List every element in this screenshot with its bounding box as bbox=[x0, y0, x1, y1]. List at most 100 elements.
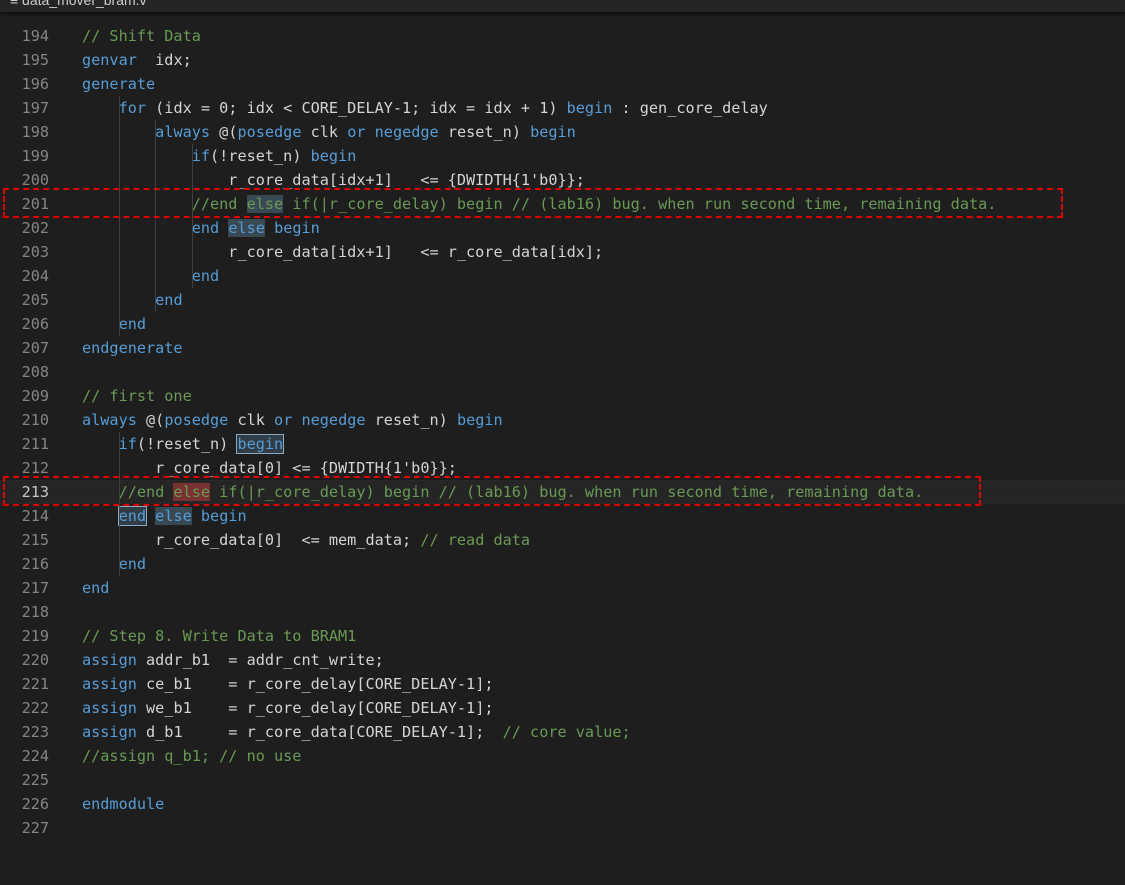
code-token: addr_b1 = addr_cnt_write; bbox=[136, 651, 384, 669]
code-line[interactable]: 205 end bbox=[0, 288, 1125, 312]
code-token: end bbox=[117, 506, 148, 526]
code-line[interactable]: 215 r_core_data[0] <= mem_data; // read … bbox=[0, 528, 1125, 552]
line-number: 205 bbox=[21, 291, 49, 309]
code-token: // Step 8. Write Data to BRAM1 bbox=[82, 627, 357, 645]
code-text[interactable]: assign we_b1 = r_core_delay[CORE_DELAY-1… bbox=[82, 696, 493, 720]
code-line[interactable]: 196 generate bbox=[0, 72, 1125, 96]
code-line[interactable]: 207 endgenerate bbox=[0, 336, 1125, 360]
code-line[interactable]: 218 bbox=[0, 600, 1125, 624]
code-line[interactable]: 202 end else begin bbox=[0, 216, 1125, 240]
code-token: end bbox=[191, 219, 220, 237]
code-line[interactable]: 197 for (idx = 0; idx < CORE_DELAY-1; id… bbox=[0, 96, 1125, 120]
code-line[interactable]: 219 // Step 8. Write Data to BRAM1 bbox=[0, 624, 1125, 648]
code-text[interactable]: //assign q_b1; // no use bbox=[82, 744, 301, 768]
code-line[interactable]: 209 // first one bbox=[0, 384, 1125, 408]
code-text[interactable]: generate bbox=[82, 72, 155, 96]
code-text[interactable]: for (idx = 0; idx < CORE_DELAY-1; idx = … bbox=[82, 96, 768, 120]
annotation-box bbox=[3, 188, 1063, 218]
code-line[interactable]: 223 assign d_b1 = r_core_data[CORE_DELAY-… bbox=[0, 720, 1125, 744]
line-number: 206 bbox=[21, 315, 49, 333]
code-token: negedge bbox=[374, 123, 439, 141]
line-number: 209 bbox=[21, 387, 49, 405]
code-token: end bbox=[191, 267, 220, 285]
file-tab[interactable]: ≡ data_mover_bram.v bbox=[10, 0, 147, 8]
code-text[interactable]: end bbox=[82, 576, 109, 600]
code-line[interactable]: 222 assign we_b1 = r_core_delay[CORE_DELA… bbox=[0, 696, 1125, 720]
code-text[interactable]: end bbox=[82, 312, 146, 336]
code-token: reset_n) bbox=[365, 411, 457, 429]
line-number: 225 bbox=[21, 771, 49, 789]
code-text[interactable]: always @(posedge clk or negedge reset_n)… bbox=[82, 408, 503, 432]
code-token: posedge bbox=[164, 411, 229, 429]
code-line[interactable]: 203 r_core_data[idx+1] <= r_core_data[id… bbox=[0, 240, 1125, 264]
indent-guide bbox=[118, 528, 120, 552]
code-text[interactable]: assign addr_b1 = addr_cnt_write; bbox=[82, 648, 384, 672]
code-token: r_core_data[idx+1] <= r_core_data[idx]; bbox=[82, 243, 604, 261]
code-token: ce_b1 = r_core_delay[CORE_DELAY-1]; bbox=[136, 675, 494, 693]
code-text[interactable]: end else begin bbox=[82, 216, 320, 240]
code-token: begin bbox=[310, 147, 357, 165]
code-text[interactable]: r_core_data[0] <= mem_data; // read data bbox=[82, 528, 530, 552]
code-token: // Shift Data bbox=[82, 27, 201, 45]
code-text[interactable]: assign ce_b1 = r_core_delay[CORE_DELAY-1… bbox=[82, 672, 493, 696]
code-text[interactable]: // Step 8. Write Data to BRAM1 bbox=[82, 624, 356, 648]
code-line[interactable]: 216 end bbox=[0, 552, 1125, 576]
code-line[interactable]: 198 always @(posedge clk or negedge rese… bbox=[0, 120, 1125, 144]
code-token: begin bbox=[530, 123, 576, 141]
code-text[interactable]: // Shift Data bbox=[82, 24, 201, 48]
code-line[interactable]: 199 if(!reset_n) begin bbox=[0, 144, 1125, 168]
code-text[interactable]: if(!reset_n) begin bbox=[82, 144, 357, 168]
code-token: // read data bbox=[420, 531, 531, 549]
code-text[interactable]: endgenerate bbox=[82, 336, 183, 360]
code-text[interactable]: end else begin bbox=[82, 504, 247, 528]
code-line[interactable]: 217 end bbox=[0, 576, 1125, 600]
line-number: 227 bbox=[21, 819, 49, 837]
code-text[interactable]: genvar idx; bbox=[82, 48, 192, 72]
code-line[interactable]: 211 if(!reset_n) begin bbox=[0, 432, 1125, 456]
code-text[interactable]: end bbox=[82, 552, 146, 576]
code-token: negedge bbox=[301, 411, 366, 429]
line-number: 219 bbox=[21, 627, 49, 645]
line-number: 195 bbox=[21, 51, 49, 69]
code-line[interactable]: 208 bbox=[0, 360, 1125, 384]
code-token: always bbox=[82, 411, 137, 429]
code-token: r_core_data[idx+1] <= {DWIDTH{1'b0}}; bbox=[82, 171, 585, 189]
line-number: 214 bbox=[21, 507, 49, 525]
code-token: : gen_core_delay bbox=[612, 99, 768, 117]
code-line[interactable]: 226 endmodule bbox=[0, 792, 1125, 816]
code-line[interactable]: 195 genvar idx; bbox=[0, 48, 1125, 72]
code-line[interactable]: 227 bbox=[0, 816, 1125, 840]
code-line[interactable]: 225 bbox=[0, 768, 1125, 792]
code-token: @( bbox=[210, 123, 238, 141]
code-line[interactable]: 220 assign addr_b1 = addr_cnt_write; bbox=[0, 648, 1125, 672]
code-token: endmodule bbox=[82, 795, 165, 813]
code-token: clk bbox=[301, 123, 348, 141]
code-line[interactable]: 204 end bbox=[0, 264, 1125, 288]
code-line[interactable]: 214 end else begin bbox=[0, 504, 1125, 528]
code-text[interactable]: end bbox=[82, 264, 219, 288]
code-token: always bbox=[155, 123, 211, 141]
line-number: 210 bbox=[21, 411, 49, 429]
code-token: idx; bbox=[136, 51, 192, 69]
code-line[interactable]: 194 // Shift Data bbox=[0, 24, 1125, 48]
line-number: 224 bbox=[21, 747, 49, 765]
code-editor[interactable]: 194 // Shift Data 195 genvar idx; 196 generat… bbox=[0, 10, 1125, 885]
code-text[interactable]: end bbox=[82, 288, 182, 312]
code-text[interactable]: assign d_b1 = r_core_data[CORE_DELAY-1];… bbox=[82, 720, 631, 744]
code-token: begin bbox=[566, 99, 613, 117]
code-line[interactable]: 206 end bbox=[0, 312, 1125, 336]
code-line[interactable]: 210 always @(posedge clk or negedge reset… bbox=[0, 408, 1125, 432]
code-token: //assign q_b1; // no use bbox=[82, 747, 302, 765]
code-text[interactable]: // first one bbox=[82, 384, 192, 408]
code-line[interactable]: 221 assign ce_b1 = r_core_delay[CORE_DELA… bbox=[0, 672, 1125, 696]
code-text[interactable]: if(!reset_n) begin bbox=[82, 432, 285, 456]
code-text[interactable]: r_core_data[idx+1] <= r_core_data[idx]; bbox=[82, 240, 603, 264]
line-number: 220 bbox=[21, 651, 49, 669]
code-token: @( bbox=[136, 411, 165, 429]
code-text[interactable]: endmodule bbox=[82, 792, 164, 816]
code-token: clk bbox=[228, 411, 275, 429]
code-line[interactable]: 224 //assign q_b1; // no use bbox=[0, 744, 1125, 768]
